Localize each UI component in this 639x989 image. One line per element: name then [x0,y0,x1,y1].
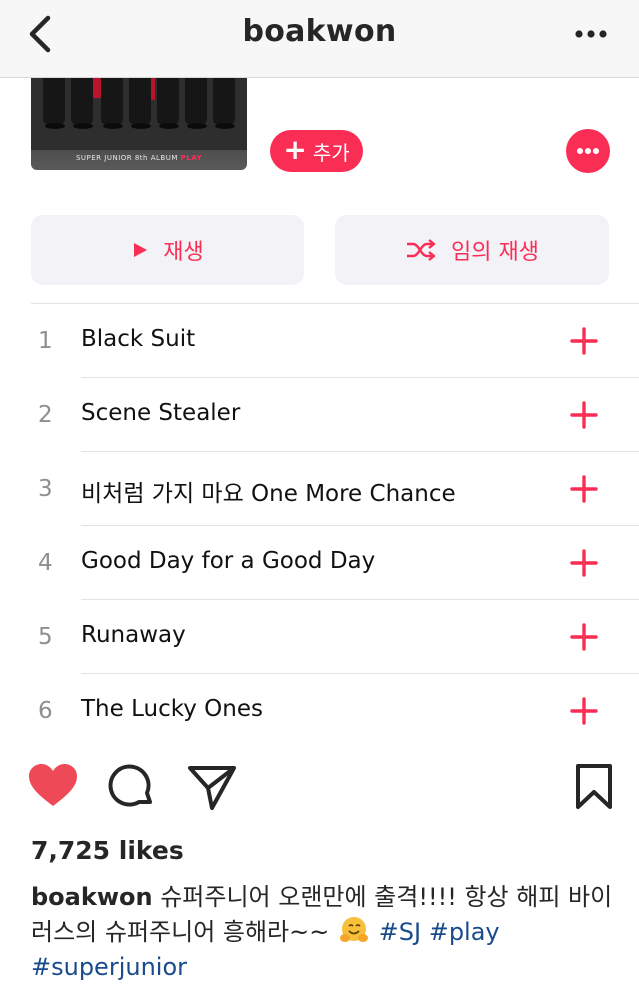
play-label: 재생 [163,240,204,265]
add-album-label: 추가 [312,140,350,165]
shuffle-label: 임의 재생 [451,240,539,265]
track-number: 1 [38,328,53,354]
album-more-button[interactable] [566,129,610,173]
hugging-face-emoji [340,917,368,942]
plus-icon[interactable] [570,697,598,725]
likes-count[interactable]: 7,725 likes [31,836,184,865]
plus-icon[interactable] [570,475,598,503]
plus-icon[interactable] [570,623,598,651]
plus-icon: + [283,132,307,166]
track-row[interactable]: 2 Scene Stealer [0,378,639,452]
track-number: 3 [38,476,53,502]
track-row[interactable]: 4 Good Day for a Good Day [0,526,639,600]
hashtag-link[interactable]: #play [429,918,500,946]
track-row[interactable]: 5 Runaway [0,600,639,674]
plus-icon[interactable] [570,401,598,429]
play-button[interactable]: 재생 [31,215,304,285]
shuffle-icon [407,239,436,261]
ellipsis-icon [577,148,599,154]
ellipsis-icon[interactable] [573,24,609,44]
bookmark-icon[interactable] [574,762,614,812]
hashtag-link[interactable]: #SJ [379,918,421,946]
post-caption: boakwon 슈퍼주니어 오랜만에 출격!!!! 항상 해피 바이러스의 슈퍼… [31,880,621,985]
comment-icon[interactable] [106,762,156,812]
track-title: Good Day for a Good Day [81,548,376,574]
track-row[interactable]: 6 The Lucky Ones [0,674,639,748]
track-row[interactable]: 1 Black Suit [0,304,639,378]
track-row[interactable]: 3 비처럼 가지 마요 One More Chance [0,452,639,526]
post-action-bar [0,762,639,818]
track-title: Black Suit [81,326,196,352]
page-title: boakwon [242,14,397,49]
track-title: 비처럼 가지 마요 One More Chance [81,481,456,507]
track-title: Runaway [81,622,186,648]
play-icon [134,243,148,257]
app-header: boakwon [0,0,639,78]
track-number: 5 [38,624,53,650]
album-cover-caption: SUPER JUNIOR 8th ALBUM PLAY [75,154,203,162]
hashtag-link[interactable]: #superjunior [31,953,187,981]
track-title: Scene Stealer [81,400,241,426]
add-album-button[interactable]: + 추가 [270,130,363,172]
track-number: 2 [38,402,53,428]
heart-icon[interactable] [27,762,79,810]
share-icon[interactable] [186,762,238,812]
caption-username[interactable]: boakwon [31,883,153,911]
track-number: 4 [38,550,53,576]
plus-icon[interactable] [570,549,598,577]
track-number: 6 [38,698,53,724]
plus-icon[interactable] [570,327,598,355]
track-title: The Lucky Ones [81,696,263,722]
shuffle-button[interactable]: 임의 재생 [335,215,609,285]
